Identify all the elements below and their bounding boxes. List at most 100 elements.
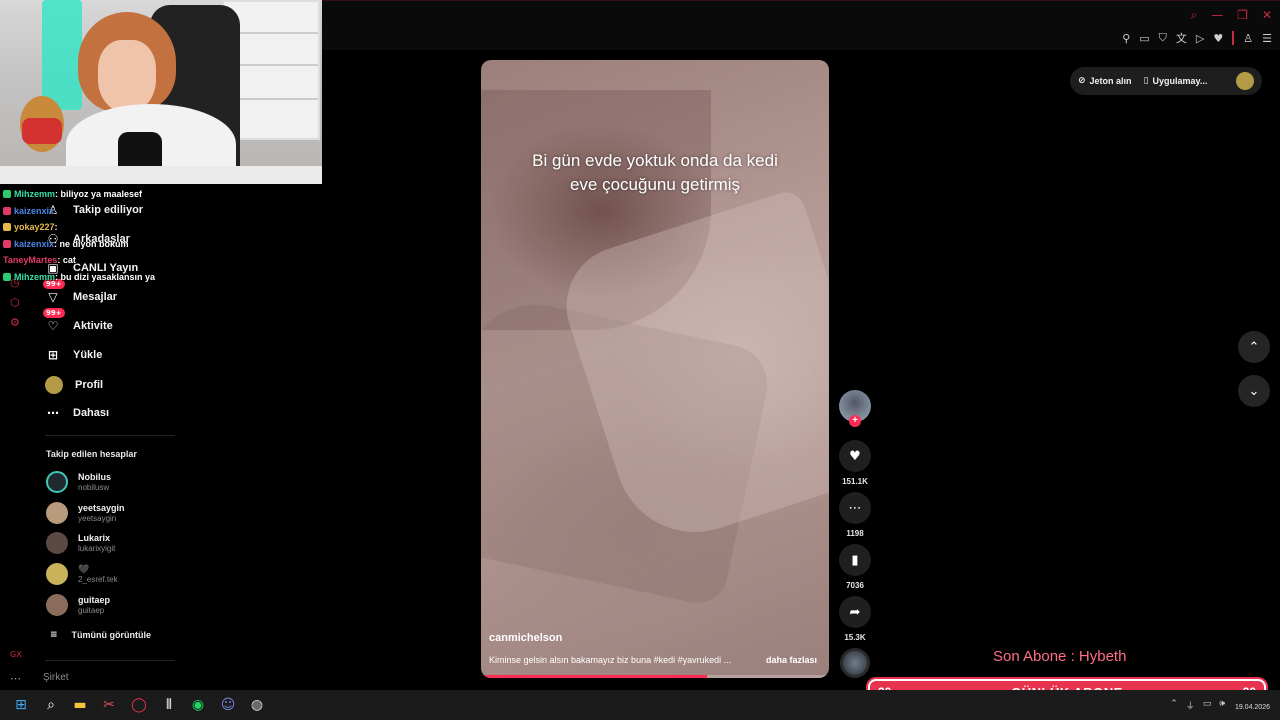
close-icon[interactable]: ✕	[1262, 8, 1272, 23]
teddy-bear-shirt	[22, 118, 62, 144]
nav-label: Dahası	[73, 407, 110, 419]
get-coins-button[interactable]: ⊘ Jeton alın	[1078, 76, 1132, 86]
avatar	[46, 471, 68, 493]
video-player[interactable]: Bi gün evde yoktuk onda da kedi eve çocu…	[481, 60, 829, 678]
opera-gx-icon[interactable]: ◯	[129, 695, 149, 715]
windows-taskbar: ⊞ ⌕ ▬ ✂ ◯ ⦀ ◉ ☺ ◍ ⌃ ⏚ ▭ 🕪 19.04.2026	[0, 690, 1280, 720]
like-action[interactable]: ♥ 151.1K	[839, 440, 871, 486]
account-icon[interactable]: ♙	[1243, 32, 1253, 45]
chat-message: TaneyMartes : cat	[3, 252, 233, 269]
chevron-up-icon[interactable]: ⌃	[1170, 699, 1178, 712]
comment-count: 1198	[846, 529, 864, 538]
search-icon[interactable]: ⌕	[41, 695, 61, 715]
heart-icon[interactable]: ♥	[839, 440, 871, 472]
screenshot-icon[interactable]: ▭	[1139, 32, 1149, 45]
nav-upload[interactable]: ⊞ Yükle	[45, 347, 102, 363]
next-video-button[interactable]: ⌄	[1238, 375, 1270, 407]
comment-action[interactable]: ⋯ 1198	[839, 492, 871, 538]
minimize-icon[interactable]: —	[1211, 8, 1223, 23]
file-explorer-icon[interactable]: ▬	[70, 695, 90, 715]
video-author[interactable]: canmichelson	[489, 632, 562, 644]
following-item[interactable]: guitaep guitaep	[46, 594, 110, 616]
following-username: 2_esref.tek	[78, 574, 118, 584]
chat-message: Mihzemm : bu dizi yasaklansın ya	[3, 269, 233, 286]
avatar	[46, 532, 68, 554]
follow-plus-icon[interactable]: +	[849, 415, 861, 427]
spotify-icon[interactable]: ◉	[188, 695, 208, 715]
share-icon[interactable]: ➦	[839, 596, 871, 628]
snipping-tool-icon[interactable]: ✂	[99, 695, 119, 715]
chat-text: : cat	[57, 255, 76, 266]
shield-icon[interactable]: ⛉	[1159, 31, 1167, 45]
company-link[interactable]: Şirket	[43, 672, 69, 683]
user-avatar[interactable]	[1236, 72, 1254, 90]
chevron-down-icon: ⌄	[1248, 383, 1260, 399]
get-app-button[interactable]: ▯ Uygulamay...	[1144, 76, 1208, 86]
notification-badge: 99+	[43, 308, 65, 318]
chat-username: kaizenxix	[14, 205, 55, 216]
see-all-link[interactable]: ≡ Tümünü görüntüle	[50, 630, 151, 640]
chat-message: yokay227 :	[3, 219, 233, 236]
nav-more[interactable]: ⋯ Dahası	[45, 405, 109, 421]
extensions-bar: ⚲ ▭ ⛉ 文 ▷ ♥ ♙ ☰	[1122, 30, 1272, 46]
get-app-label: Uygulamay...	[1152, 76, 1208, 86]
chat-text: : bu dizi yasaklansın ya	[55, 271, 156, 282]
bookmark-icon[interactable]: ▮	[839, 544, 871, 576]
sidebar-divider	[45, 660, 175, 661]
nav-profile[interactable]: Profil	[45, 376, 103, 394]
rgb-light	[42, 0, 82, 110]
chevron-up-icon: ⌃	[1248, 339, 1260, 355]
video-progress-bar[interactable]	[481, 675, 829, 678]
menu-icon[interactable]: ☰	[1262, 32, 1272, 45]
following-item[interactable]: yeetsaygin yeetsaygin	[46, 502, 125, 524]
nav-messages[interactable]: ▽ 99+ Mesajlar	[43, 279, 118, 305]
play-icon[interactable]: ▷	[1196, 32, 1204, 45]
chat-message: kaizenxix : ne diyon bokum	[3, 236, 233, 253]
more-icon: ⋯	[47, 406, 59, 420]
taskbar-date[interactable]: 19.04.2026	[1235, 704, 1270, 711]
pin-icon[interactable]: ⚲	[1122, 32, 1130, 45]
following-item[interactable]: Lukarix lukarixyigit	[46, 532, 115, 554]
upload-icon: ⊞	[47, 348, 59, 362]
see-more-link[interactable]: daha fazlası	[766, 655, 817, 665]
windows-start-icon[interactable]: ⊞	[11, 695, 31, 715]
search-icon[interactable]: ⌕	[1190, 8, 1197, 23]
top-right-actions: ⊘ Jeton alın ▯ Uygulamay...	[1070, 67, 1262, 95]
discord-icon[interactable]: ☺	[218, 695, 238, 715]
previous-video-button[interactable]: ⌃	[1238, 331, 1270, 363]
window-controls: ⌕ — ❐ ✕	[1190, 8, 1272, 23]
nav-label: Mesajlar	[73, 291, 118, 303]
nav-label: Yükle	[73, 349, 103, 361]
translate-icon[interactable]: 文	[1176, 30, 1187, 46]
see-all-label: Tümünü görüntüle	[71, 630, 152, 640]
chat-message: Mihzemm : biliyoz ya maalesef	[3, 186, 233, 203]
nav-label: Aktivite	[73, 320, 113, 332]
volume-icon[interactable]: 🕪	[1219, 699, 1225, 712]
network-icon[interactable]: ⏚	[1186, 699, 1195, 712]
share-action[interactable]: ➦ 15.3K	[839, 596, 871, 642]
restore-icon[interactable]: ❐	[1237, 8, 1248, 23]
chat-badge-icon	[3, 190, 11, 199]
following-username: yeetsaygin	[78, 513, 117, 523]
save-action[interactable]: ▮ 7036	[839, 544, 871, 590]
avatar	[46, 594, 68, 616]
obs-icon[interactable]: ⦀	[159, 695, 179, 715]
following-name: Lukarix	[78, 532, 111, 543]
app-icon[interactable]: ◍	[247, 695, 267, 715]
webcam-overlay	[0, 0, 322, 184]
activity-icon: ♡ 99+	[43, 308, 65, 334]
chat-username: Mihzemm	[14, 271, 56, 282]
video-description: Kiminse gelsin alsın bakamayız biz buna …	[489, 655, 732, 665]
comment-icon[interactable]: ⋯	[839, 492, 871, 524]
get-coins-label: Jeton alın	[1089, 76, 1132, 86]
chat-username: TaneyMartes	[3, 255, 58, 266]
nav-activity[interactable]: ♡ 99+ Aktivite	[43, 308, 113, 334]
monitor-icon[interactable]: ▭	[1203, 699, 1212, 712]
heart-icon[interactable]: ♥	[1213, 32, 1223, 45]
chat-username: Mihzemm	[14, 189, 56, 200]
chat-badge-icon	[3, 223, 11, 232]
following-item[interactable]: Nobilus nobilusw	[46, 471, 111, 493]
chat-username: yokay227	[14, 222, 55, 233]
music-disc-icon[interactable]	[840, 648, 870, 678]
following-item[interactable]: 🖤 2_esref.tek	[46, 563, 118, 585]
